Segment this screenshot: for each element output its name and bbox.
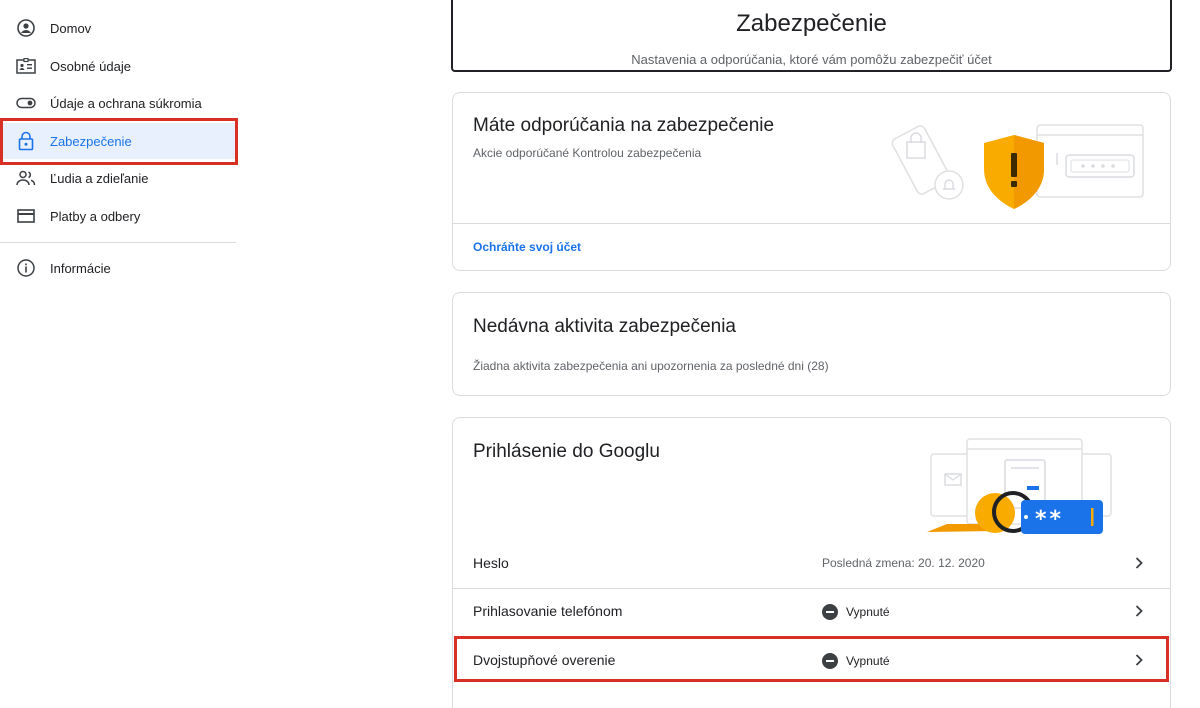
highlight-frame [0,118,238,165]
password-row[interactable]: Heslo Posledná zmena: 20. 12. 2020 [453,540,1170,588]
row-value: Posledná zmena: 20. 12. 2020 [822,556,985,570]
sidebar-item-label: Údaje a ochrana súkromia [50,95,202,111]
sidebar-item-label: Informácie [50,260,111,276]
chevron-right-icon [1130,554,1148,572]
sidebar: Domov Osobné údaje Údaje a ochrana súkro… [0,0,240,708]
row-label: Heslo [473,555,509,571]
account-circle-icon [16,18,36,38]
id-card-icon [16,56,36,76]
password-mask: ** [1035,507,1064,532]
sidebar-item-data-privacy[interactable]: Údaje a ochrana súkromia [0,85,236,121]
info-icon [16,258,36,278]
page-title: Zabezpečenie [736,10,887,37]
signin-illustration: ** [927,438,1112,534]
row-value: Vypnuté [822,604,890,620]
sidebar-item-label: Domov [50,20,92,36]
sidebar-item-home[interactable]: Domov [0,10,236,46]
status-text: Vypnuté [846,605,890,619]
phone-signin-row[interactable]: Prihlasovanie telefónom Vypnuté [453,588,1170,636]
credit-card-icon [16,206,36,226]
sidebar-item-about[interactable]: Informácie [0,250,236,286]
sidebar-item-label: Ľudia a zdieľanie [50,170,149,186]
sidebar-item-label: Osobné údaje [50,58,131,74]
sidebar-divider [0,242,236,243]
status-off-icon [822,604,838,620]
people-icon [16,168,36,188]
sidebar-item-people-sharing[interactable]: Ľudia a zdieľanie [0,160,236,196]
card-description: Žiadna aktivita zabezpečenia ani upozorn… [473,359,829,373]
recent-activity-card: Nedávna aktivita zabezpečenia Žiadna akt… [452,292,1171,396]
page-header: Zabezpečenie Nastavenia a odporúčania, k… [451,0,1172,72]
card-title: Nedávna aktivita zabezpečenia [473,316,737,337]
password-last-changed: Posledná zmena: 20. 12. 2020 [822,556,985,570]
page-subtitle: Nastavenia a odporúčania, ktoré vám pomô… [631,52,992,67]
chevron-right-icon [1130,602,1148,620]
card-title: Máte odporúčania na zabezpečenie [473,115,775,136]
security-illustration [891,124,1144,209]
sidebar-item-payments[interactable]: Platby a odbery [0,198,236,234]
card-divider [453,223,1170,224]
card-title: Prihlásenie do Googlu [473,441,660,462]
highlight-frame [454,636,1169,682]
protect-account-link[interactable]: Ochráňte svoj účet [473,240,581,254]
sidebar-item-personal-info[interactable]: Osobné údaje [0,48,236,84]
card-description: Akcie odporúčané Kontrolou zabezpečenia [473,146,702,160]
sidebar-item-label: Platby a odbery [50,208,141,224]
toggle-icon [16,93,36,113]
recommendations-card: Máte odporúčania na zabezpečenie Akcie o… [452,92,1171,271]
row-label: Prihlasovanie telefónom [473,603,623,619]
